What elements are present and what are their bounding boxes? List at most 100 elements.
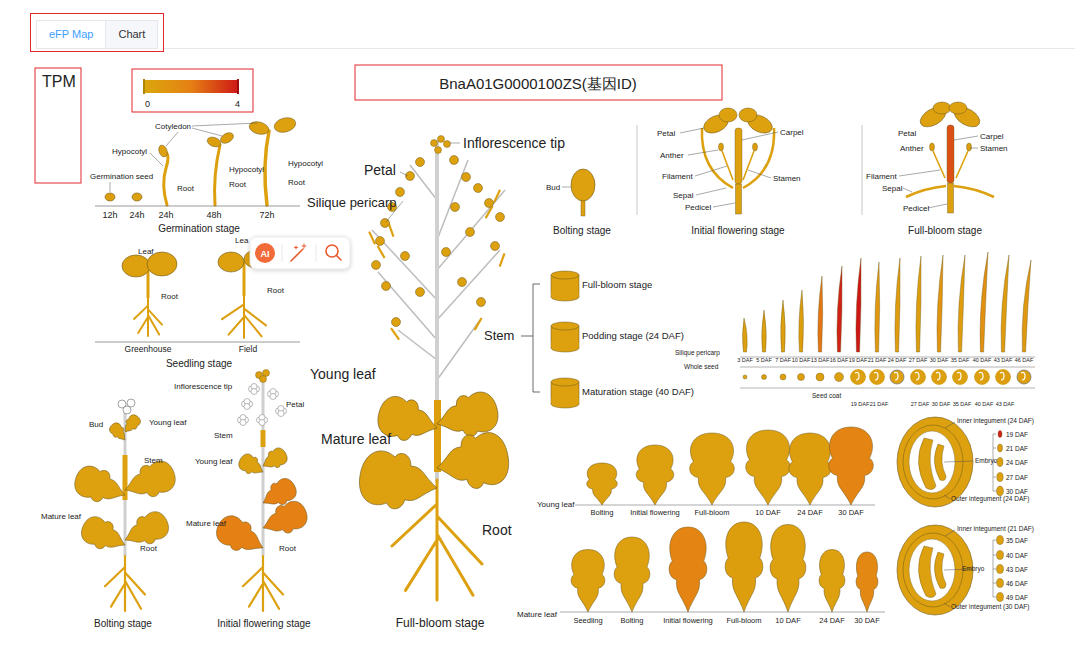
embryo-stage[interactable] bbox=[998, 431, 1002, 438]
seed-coat[interactable] bbox=[932, 370, 946, 384]
mature-leaf[interactable] bbox=[119, 457, 179, 505]
embryo[interactable] bbox=[918, 546, 936, 598]
petal[interactable] bbox=[491, 242, 500, 251]
embryo-stage[interactable] bbox=[998, 444, 1003, 452]
young-leaf[interactable] bbox=[236, 451, 268, 480]
inner-integument[interactable] bbox=[903, 533, 963, 607]
mature-leaf[interactable] bbox=[571, 550, 605, 613]
mature-leaf[interactable] bbox=[856, 552, 878, 612]
seed-coat[interactable] bbox=[996, 370, 1010, 384]
petal[interactable] bbox=[450, 156, 459, 165]
whole-seed[interactable] bbox=[1017, 370, 1031, 384]
petal[interactable] bbox=[496, 213, 505, 222]
root[interactable] bbox=[105, 556, 145, 611]
cotyledon[interactable] bbox=[206, 135, 222, 148]
seed-coat[interactable] bbox=[870, 370, 884, 384]
cotyledon[interactable] bbox=[248, 120, 270, 137]
petal[interactable] bbox=[442, 248, 451, 257]
mature-leaf[interactable] bbox=[669, 527, 707, 612]
anther[interactable] bbox=[719, 143, 724, 151]
petal[interactable] bbox=[416, 158, 425, 167]
whole-seed[interactable] bbox=[975, 370, 989, 384]
embryo-stage[interactable] bbox=[997, 565, 1004, 574]
whole-seed[interactable] bbox=[870, 370, 884, 384]
silique-pericarp[interactable] bbox=[377, 245, 386, 258]
mature-leaf[interactable] bbox=[770, 525, 806, 613]
inner-integument[interactable] bbox=[903, 425, 963, 499]
embryo-stage[interactable] bbox=[997, 593, 1004, 602]
petal[interactable] bbox=[933, 102, 951, 114]
pedicel[interactable] bbox=[736, 184, 742, 214]
silique-pericarp[interactable] bbox=[916, 256, 921, 352]
stem-section[interactable] bbox=[551, 322, 579, 352]
embryo-stage[interactable] bbox=[997, 473, 1003, 482]
silique-pericarp[interactable] bbox=[856, 258, 861, 352]
anther[interactable] bbox=[967, 143, 972, 151]
stem[interactable] bbox=[434, 400, 441, 472]
silique-pericarp[interactable] bbox=[818, 276, 823, 352]
mature-leaf[interactable] bbox=[725, 522, 763, 612]
petal[interactable] bbox=[719, 108, 737, 122]
root[interactable] bbox=[134, 298, 162, 336]
inflorescence-tip[interactable] bbox=[431, 136, 451, 154]
whole-seed[interactable] bbox=[780, 374, 786, 380]
mature-leaf[interactable] bbox=[432, 429, 512, 495]
view-tab[interactable]: Chart bbox=[105, 21, 157, 48]
petal[interactable] bbox=[372, 261, 381, 270]
embryo-stage[interactable] bbox=[997, 458, 1003, 467]
stem-section[interactable] bbox=[551, 378, 579, 408]
petal[interactable] bbox=[401, 252, 410, 261]
silique-pericarp[interactable] bbox=[390, 328, 400, 341]
mature-leaf[interactable] bbox=[119, 507, 173, 553]
silique-pericarp[interactable] bbox=[937, 255, 943, 352]
outer-integument[interactable] bbox=[897, 417, 973, 507]
whole-seed[interactable] bbox=[890, 370, 904, 384]
petal[interactable] bbox=[466, 228, 475, 237]
petal[interactable] bbox=[477, 298, 486, 307]
petal[interactable] bbox=[451, 203, 460, 212]
silique-pericarp[interactable] bbox=[799, 290, 804, 352]
cotyledon[interactable] bbox=[157, 144, 169, 158]
whole-seed[interactable] bbox=[798, 374, 805, 381]
stem-section[interactable] bbox=[551, 271, 579, 301]
petal[interactable] bbox=[739, 108, 757, 122]
filament[interactable] bbox=[956, 151, 968, 178]
sepal[interactable] bbox=[954, 186, 994, 197]
whole-seed[interactable] bbox=[953, 370, 967, 384]
magic-wand-icon[interactable] bbox=[291, 244, 306, 261]
petal[interactable] bbox=[416, 288, 425, 297]
mature-leaf[interactable] bbox=[614, 537, 650, 612]
silique-pericarp[interactable] bbox=[958, 255, 965, 352]
filament[interactable] bbox=[743, 151, 754, 180]
anther[interactable] bbox=[753, 143, 758, 151]
seed-coat[interactable] bbox=[953, 370, 967, 384]
petal[interactable] bbox=[396, 188, 405, 197]
silique-pericarp[interactable] bbox=[499, 253, 506, 267]
petal[interactable] bbox=[381, 219, 390, 228]
carpel[interactable] bbox=[735, 128, 742, 184]
whole-seed[interactable] bbox=[911, 370, 925, 384]
cotyledon[interactable] bbox=[273, 115, 298, 134]
silique-pericarp[interactable] bbox=[743, 318, 748, 352]
silique-pericarp[interactable] bbox=[1022, 260, 1031, 352]
young-leaf[interactable] bbox=[258, 445, 290, 474]
search-icon[interactable] bbox=[326, 245, 341, 260]
sepal[interactable] bbox=[743, 128, 774, 188]
ai-button[interactable]: AI bbox=[255, 243, 275, 263]
anther[interactable] bbox=[930, 143, 935, 151]
petal[interactable] bbox=[376, 237, 385, 246]
silique-pericarp[interactable] bbox=[895, 258, 900, 352]
silique-pericarp[interactable] bbox=[781, 300, 786, 352]
whole-seed[interactable] bbox=[851, 370, 865, 384]
silique-pericarp[interactable] bbox=[1001, 255, 1009, 352]
young-leaf[interactable] bbox=[746, 430, 791, 505]
young-leaf[interactable] bbox=[636, 445, 674, 505]
embryo[interactable] bbox=[918, 438, 936, 490]
mature-leaf[interactable] bbox=[819, 550, 845, 613]
young-leaf[interactable] bbox=[789, 433, 831, 505]
leaf[interactable] bbox=[218, 252, 244, 272]
hypocotyl[interactable] bbox=[215, 145, 220, 205]
leaf[interactable] bbox=[122, 255, 150, 277]
carpel[interactable] bbox=[947, 125, 954, 183]
petal[interactable] bbox=[462, 173, 471, 182]
